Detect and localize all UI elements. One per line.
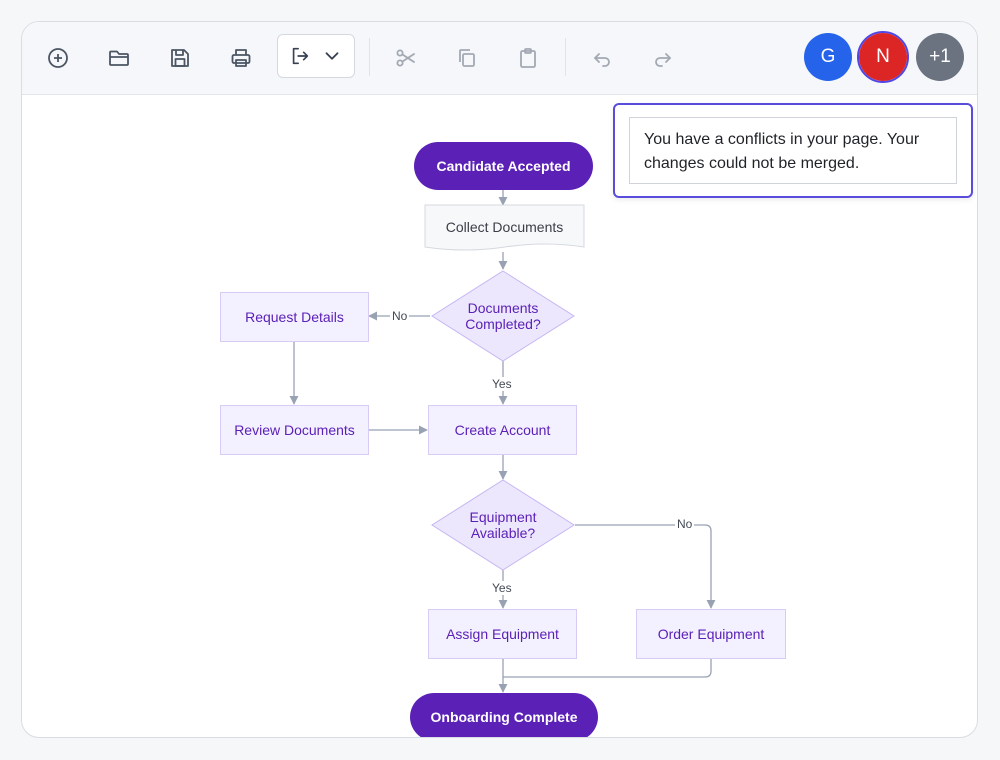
- node-documents-completed[interactable]: Documents Completed?: [443, 300, 563, 332]
- avatar-user-n[interactable]: N: [859, 33, 907, 81]
- paste-button[interactable]: [506, 36, 550, 80]
- node-onboarding-complete[interactable]: Onboarding Complete: [410, 693, 598, 737]
- toolbar: G N +1: [22, 22, 977, 95]
- folder-icon: [109, 50, 129, 66]
- node-review-documents[interactable]: Review Documents: [220, 405, 369, 455]
- copy-icon: [459, 49, 475, 67]
- scissors-icon: [396, 49, 415, 67]
- conflict-message: You have a conflicts in your page. Your …: [629, 117, 957, 184]
- new-button[interactable]: [36, 36, 80, 80]
- print-button[interactable]: [219, 36, 263, 80]
- export-dropdown[interactable]: [277, 34, 355, 78]
- conflict-notification: You have a conflicts in your page. Your …: [613, 103, 973, 198]
- chevron-down-icon: [325, 52, 339, 60]
- node-request-details[interactable]: Request Details: [220, 292, 369, 342]
- edge-label-no: No: [675, 517, 695, 531]
- cut-button[interactable]: [384, 36, 428, 80]
- open-button[interactable]: [97, 36, 141, 80]
- toolbar-divider: [369, 38, 370, 76]
- connector: [503, 659, 712, 678]
- redo-button[interactable]: [641, 36, 685, 80]
- edge-label-yes: Yes: [490, 581, 514, 595]
- edge-label-no: No: [390, 309, 410, 323]
- undo-button[interactable]: [580, 36, 624, 80]
- app-window: G N +1 Candidate Accepted Collect Docume…: [21, 21, 978, 738]
- node-candidate-accepted[interactable]: Candidate Accepted: [414, 142, 593, 190]
- avatar-overflow[interactable]: +1: [916, 33, 964, 81]
- avatar-overflow-count: +1: [929, 46, 951, 67]
- avatar-initial: N: [876, 46, 890, 67]
- copy-button[interactable]: [445, 36, 489, 80]
- avatar-initial: G: [820, 46, 836, 67]
- node-collect-documents[interactable]: Collect Documents: [425, 219, 584, 235]
- redo-icon: [655, 53, 671, 67]
- print-icon: [231, 49, 251, 67]
- node-assign-equipment[interactable]: Assign Equipment: [428, 609, 577, 659]
- clipboard-icon: [520, 48, 536, 68]
- undo-icon: [594, 53, 610, 67]
- node-order-equipment[interactable]: Order Equipment: [636, 609, 786, 659]
- save-button[interactable]: [158, 36, 202, 80]
- connector: [575, 524, 716, 609]
- avatar-user-g[interactable]: G: [804, 33, 852, 81]
- save-icon: [171, 49, 189, 67]
- edge-label-yes: Yes: [490, 377, 514, 391]
- toolbar-divider: [565, 38, 566, 76]
- node-equipment-available[interactable]: Equipment Available?: [443, 509, 563, 541]
- add-circle-icon: [48, 48, 68, 68]
- export-icon: [292, 47, 309, 65]
- node-create-account[interactable]: Create Account: [428, 405, 577, 455]
